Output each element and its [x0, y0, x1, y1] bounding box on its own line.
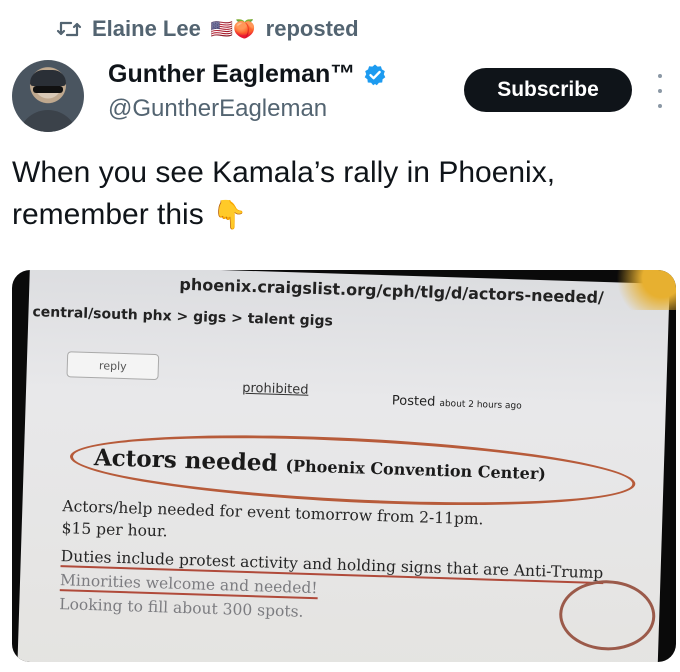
photo-body-line: Looking to fill about 300 spots.	[59, 595, 304, 621]
author-block: Gunther Eagleman™ @GuntherEagleman	[108, 60, 387, 123]
repost-icon	[56, 21, 82, 37]
photo-prohibited-link: prohibited	[241, 380, 309, 398]
photo-posted-label: Posted	[391, 393, 436, 410]
repost-header: Elaine Lee 🇺🇸🍑 reposted	[56, 16, 359, 42]
repost-label: reposted	[265, 16, 359, 41]
photo-glare	[606, 270, 676, 310]
tweet-text: When you see Kamala’s rally in Phoenix, …	[12, 152, 662, 236]
corner-circle-annotation	[558, 578, 657, 652]
more-dot	[658, 104, 662, 108]
photo-posted-ago: about 2 hours ago	[439, 398, 522, 412]
tweet-text-line-2: remember this 👇	[12, 194, 662, 236]
verified-badge-icon[interactable]	[363, 63, 387, 87]
author-handle[interactable]: @GuntherEagleman	[108, 95, 387, 123]
avatar-shirt	[18, 110, 78, 132]
avatar[interactable]	[12, 60, 84, 132]
photo-body-line: Minorities welcome and needed!	[59, 571, 318, 600]
author-display-name[interactable]: Gunther Eagleman™	[108, 60, 355, 89]
photo-body-line: $15 per hour.	[61, 519, 168, 541]
repost-user-emoji: 🇺🇸🍑	[210, 18, 256, 39]
craigslist-photo: phoenix.craigslist.org/cph/tlg/d/actors-…	[16, 270, 670, 662]
tweet-media-image[interactable]: phoenix.craigslist.org/cph/tlg/d/actors-…	[12, 270, 676, 662]
repost-user-name[interactable]: Elaine Lee	[92, 16, 201, 42]
subscribe-button[interactable]: Subscribe	[464, 68, 632, 112]
avatar-cap	[30, 70, 66, 86]
tweet-text-line-2-text: remember this	[12, 198, 204, 231]
photo-posted-time: Posted about 2 hours ago	[392, 393, 522, 412]
avatar-sunglasses	[33, 86, 63, 93]
pointing-down-emoji-icon: 👇	[212, 199, 247, 230]
photo-reply-button: reply	[66, 351, 160, 381]
photo-ad-title-text: Actors needed	[93, 444, 278, 477]
tweet-text-line-1: When you see Kamala’s rally in Phoenix,	[12, 156, 556, 189]
author-name-row: Gunther Eagleman™	[108, 60, 387, 89]
photo-breadcrumb: central/south phx > gigs > talent gigs	[32, 304, 334, 330]
more-dot	[658, 74, 662, 78]
more-dot	[658, 89, 662, 93]
photo-url-text: phoenix.craigslist.org/cph/tlg/d/actors-…	[179, 274, 605, 308]
more-options-icon[interactable]	[650, 74, 670, 108]
